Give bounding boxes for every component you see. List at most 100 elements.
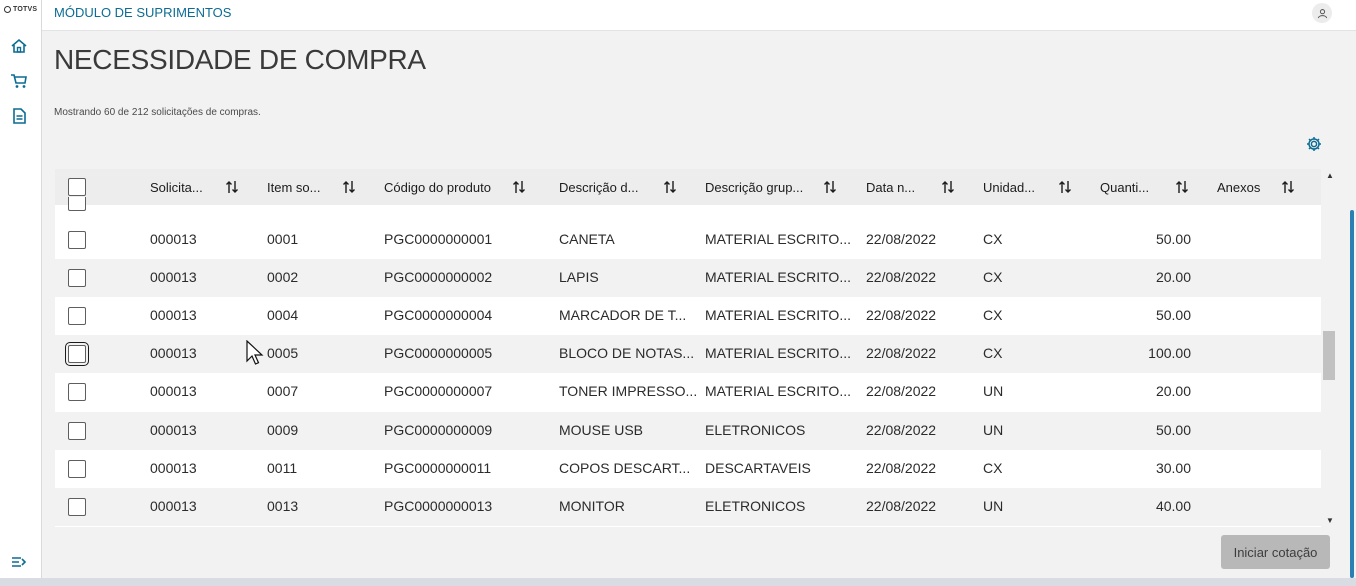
document-icon[interactable]	[10, 107, 28, 125]
table-row[interactable]: 000013 0001 PGC0000000001 CANETA MATERIAL ES…	[55, 221, 1321, 259]
cell-unidade: CX	[983, 231, 1003, 247]
column-header[interactable]: Descrição d...	[559, 180, 638, 195]
cell-quantidade: 20.00	[1155, 269, 1191, 285]
cell-item: 0004	[267, 307, 299, 323]
table-row[interactable]: 000013 0005 PGC0000000005 BLOCO DE NOTAS...…	[55, 335, 1321, 373]
row-checkbox[interactable]	[68, 422, 86, 440]
cell-descricao: MOUSE USB	[559, 422, 644, 438]
cell-data: 22/08/2022	[866, 498, 937, 514]
page-scrollbar[interactable]	[1350, 210, 1354, 578]
row-checkbox[interactable]	[68, 498, 86, 516]
purchase-needs-table: Solicita... Item so... Código do produto De…	[55, 169, 1321, 527]
cell-item: 0009	[267, 422, 299, 438]
scroll-thumb[interactable]	[1323, 331, 1335, 380]
column-header[interactable]: Item so...	[267, 180, 320, 195]
select-all-checkbox[interactable]	[68, 178, 86, 196]
cell-solicitacao: 000013	[150, 422, 197, 438]
row-checkbox[interactable]	[68, 197, 86, 211]
cell-codigo: PGC0000000001	[384, 231, 493, 247]
sort-icon[interactable]	[225, 179, 239, 195]
cell-unidade: UN	[983, 498, 1004, 514]
menu-collapse-icon[interactable]	[10, 553, 28, 571]
row-checkbox[interactable]	[65, 342, 89, 366]
cell-item: 0007	[267, 383, 299, 399]
cell-grupo: MATERIAL ESCRITO...	[705, 307, 851, 323]
logo-text: TOTVS	[13, 6, 38, 13]
cell-descricao: COPOS DESCART...	[559, 460, 691, 476]
table-row[interactable]: 000013 0007 PGC0000000007 TONER IMPRESSO...…	[55, 373, 1321, 411]
cell-item: 0013	[267, 498, 299, 514]
table-row[interactable]: 000013 0002 PGC0000000002 LAPIS MATERIAL ESC…	[55, 259, 1321, 297]
cell-unidade: CX	[983, 269, 1003, 285]
gear-icon[interactable]	[1305, 135, 1323, 153]
table-row[interactable]: 000013 0004 PGC0000000004 MARCADOR DE T... M…	[55, 297, 1321, 335]
row-checkbox[interactable]	[68, 383, 86, 401]
cell-codigo: PGC0000000002	[384, 269, 493, 285]
cell-codigo: PGC0000000013	[384, 498, 493, 514]
row-checkbox[interactable]	[68, 307, 86, 325]
scroll-down-icon[interactable]: ▼	[1326, 516, 1334, 525]
sort-icon[interactable]	[1175, 179, 1189, 195]
cell-unidade: UN	[983, 383, 1004, 399]
cell-quantidade: 50.00	[1155, 422, 1191, 438]
column-header[interactable]: Solicita...	[150, 180, 203, 195]
row-checkbox[interactable]	[68, 269, 86, 287]
row-checkbox[interactable]	[68, 231, 86, 249]
column-header[interactable]: Descrição grup...	[705, 180, 803, 195]
cell-solicitacao: 000013	[150, 307, 197, 323]
start-quote-button[interactable]: Iniciar cotação	[1221, 535, 1330, 569]
cell-grupo: ELETRONICOS	[705, 422, 806, 438]
cell-descricao: CANETA	[559, 231, 615, 247]
column-header[interactable]: Quanti...	[1100, 180, 1149, 195]
cell-unidade: CX	[983, 345, 1003, 361]
cell-unidade: CX	[983, 307, 1003, 323]
cell-grupo: ELETRONICOS	[705, 498, 806, 514]
home-icon[interactable]	[10, 37, 28, 55]
table-row[interactable]: 000013 0013 PGC0000000013 MONITOR ELETRONICO…	[55, 488, 1321, 526]
results-count: Mostrando 60 de 212 solicitações de comp…	[54, 107, 261, 118]
sort-icon[interactable]	[1058, 179, 1072, 195]
table-scrollbar[interactable]: ▲ ▼	[1322, 169, 1336, 527]
bottom-bar	[0, 578, 1356, 586]
cell-data: 22/08/2022	[866, 231, 937, 247]
side-nav: TOTVS	[0, 0, 42, 578]
cell-descricao: BLOCO DE NOTAS...	[559, 345, 695, 361]
sort-icon[interactable]	[941, 179, 955, 195]
cell-descricao: TONER IMPRESSO...	[559, 383, 698, 399]
logo-ring-icon	[4, 6, 11, 13]
sort-icon[interactable]	[1281, 179, 1295, 195]
column-header[interactable]: Unidad...	[983, 180, 1035, 195]
mouse-cursor-icon	[246, 340, 264, 365]
module-title: MÓDULO DE SUPRIMENTOS	[54, 5, 232, 20]
cell-data: 22/08/2022	[866, 345, 937, 361]
cell-item: 0001	[267, 231, 299, 247]
table-row[interactable]: 000013 0009 PGC0000000009 MOUSE USB ELETRONI…	[55, 412, 1321, 450]
totvs-logo: TOTVS	[4, 6, 37, 13]
table-row[interactable]: 000013 0011 PGC0000000011 COPOS DESCART... D…	[55, 450, 1321, 488]
cell-codigo: PGC0000000005	[384, 345, 493, 361]
sort-icon[interactable]	[663, 179, 677, 195]
sort-icon[interactable]	[342, 179, 356, 195]
cell-descricao: MONITOR	[559, 498, 625, 514]
top-bar: MÓDULO DE SUPRIMENTOS	[42, 0, 1356, 31]
cell-unidade: CX	[983, 460, 1003, 476]
cell-solicitacao: 000013	[150, 345, 197, 361]
cart-icon[interactable]	[10, 72, 28, 90]
sort-icon[interactable]	[512, 179, 526, 195]
column-header[interactable]: Código do produto	[384, 180, 491, 195]
cell-solicitacao: 000013	[150, 383, 197, 399]
row-checkbox[interactable]	[68, 460, 86, 478]
cell-solicitacao: 000013	[150, 269, 197, 285]
cell-quantidade: 50.00	[1155, 307, 1191, 323]
user-icon[interactable]	[1312, 3, 1332, 23]
cell-data: 22/08/2022	[866, 383, 937, 399]
cell-codigo: PGC0000000004	[384, 307, 493, 323]
column-header[interactable]: Data n...	[866, 180, 915, 195]
column-header[interactable]: Anexos	[1217, 180, 1260, 195]
sort-icon[interactable]	[823, 179, 837, 195]
cell-grupo: MATERIAL ESCRITO...	[705, 383, 851, 399]
cell-grupo: DESCARTAVEIS	[705, 460, 811, 476]
scroll-up-icon[interactable]: ▲	[1326, 171, 1334, 180]
cell-data: 22/08/2022	[866, 269, 937, 285]
cell-grupo: MATERIAL ESCRITO...	[705, 231, 851, 247]
